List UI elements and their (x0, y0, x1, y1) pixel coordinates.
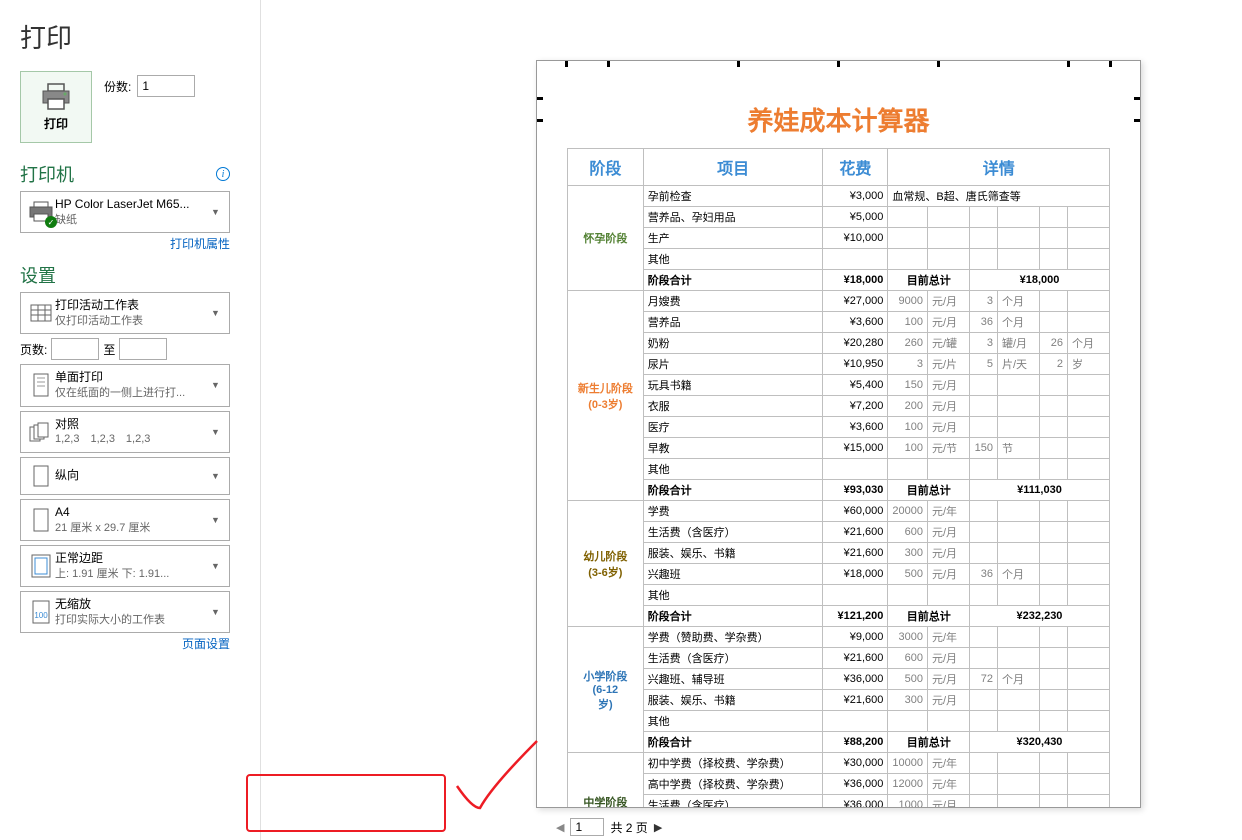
pages-from-input[interactable] (51, 338, 99, 360)
printer-name: HP Color LaserJet M65... (55, 196, 211, 213)
print-button[interactable]: 打印 (20, 71, 92, 143)
print-scope-dropdown[interactable]: 打印活动工作表 仅打印活动工作表 ▼ (20, 292, 230, 334)
orientation-dropdown[interactable]: 纵向 ▼ (20, 457, 230, 495)
table-row: 小学阶段(6-12岁)学费（赞助费、学杂费）¥9,0003000元/年 (568, 627, 1110, 648)
chevron-down-icon: ▼ (211, 308, 223, 318)
preview-page: 养娃成本计算器 阶段项目花费详情 怀孕阶段孕前检查¥3,000血常规、B超、唐氏… (536, 60, 1141, 808)
duplex-dropdown[interactable]: 单面打印 仅在纸面的一侧上进行打... ▼ (20, 364, 230, 406)
table-row: 早教¥15,000100元/节150节 (568, 438, 1110, 459)
page-title: 打印 (20, 18, 230, 55)
table-row: 服装、娱乐、书籍¥21,600300元/月 (568, 690, 1110, 711)
page-navigator: ◀ 共 2 页 ▶ (556, 818, 662, 836)
settings-section-title: 设置 (20, 262, 56, 288)
margins-dropdown[interactable]: 正常边距 上: 1.91 厘米 下: 1.91... ▼ (20, 545, 230, 587)
printer-status: 缺纸 (55, 213, 211, 228)
table-row: 服装、娱乐、书籍¥21,600300元/月 (568, 543, 1110, 564)
table-row: 新生儿阶段(0-3岁)月嫂费¥27,0009000元/月3个月 (568, 291, 1110, 312)
total-pages-label: 共 2 页 (610, 819, 647, 836)
table-row: 其他 (568, 711, 1110, 732)
table-row: 幼儿阶段(3-6岁)学费¥60,00020000元/年 (568, 501, 1110, 522)
table-row: 营养品、孕妇用品¥5,000 (568, 207, 1110, 228)
table-row: 兴趣班、辅导班¥36,000500元/月72个月 (568, 669, 1110, 690)
chevron-down-icon: ▼ (211, 427, 223, 437)
table-row: 生产¥10,000 (568, 228, 1110, 249)
cost-table: 阶段项目花费详情 怀孕阶段孕前检查¥3,000血常规、B超、唐氏筛查等营养品、孕… (567, 148, 1110, 808)
subtotal-row: 阶段合计¥18,000目前总计¥18,000 (568, 270, 1110, 291)
copies-label: 份数: (104, 78, 131, 95)
chevron-down-icon: ▼ (211, 207, 223, 217)
table-row: 奶粉¥20,280260元/罐3罐/月26个月 (568, 333, 1110, 354)
printer-icon (40, 83, 72, 111)
svg-text:100: 100 (34, 611, 48, 620)
printer-device-icon: ✓ (27, 198, 55, 226)
print-preview-area: 养娃成本计算器 阶段项目花费详情 怀孕阶段孕前检查¥3,000血常规、B超、唐氏… (260, 0, 1242, 840)
margins-icon (27, 552, 55, 580)
chevron-down-icon: ▼ (211, 515, 223, 525)
table-row: 医疗¥3,600100元/月 (568, 417, 1110, 438)
paper-dropdown[interactable]: A4 21 厘米 x 29.7 厘米 ▼ (20, 499, 230, 541)
pages-to-input[interactable] (119, 338, 167, 360)
collate-dropdown[interactable]: 对照 1,2,3 1,2,3 1,2,3 ▼ (20, 411, 230, 453)
current-page-input[interactable] (570, 818, 604, 836)
orientation-icon (27, 462, 55, 490)
chevron-down-icon: ▼ (211, 471, 223, 481)
document-title: 养娃成本计算器 (567, 101, 1110, 138)
table-row: 其他 (568, 249, 1110, 270)
table-row: 营养品¥3,600100元/月36个月 (568, 312, 1110, 333)
table-row: 高中学费（择校费、学杂费）¥36,00012000元/年 (568, 774, 1110, 795)
paper-icon (27, 506, 55, 534)
chevron-down-icon: ▼ (211, 380, 223, 390)
table-row: 其他 (568, 459, 1110, 480)
subtotal-row: 阶段合计¥121,200目前总计¥232,230 (568, 606, 1110, 627)
table-row: 其他 (568, 585, 1110, 606)
subtotal-row: 阶段合计¥93,030目前总计¥111,030 (568, 480, 1110, 501)
sheet-icon (27, 299, 55, 327)
table-row: 尿片¥10,9503元/片5片/天2岁 (568, 354, 1110, 375)
printer-properties-link[interactable]: 打印机属性 (20, 235, 230, 252)
table-row: 衣服¥7,200200元/月 (568, 396, 1110, 417)
table-row: 生活费（含医疗）¥36,0001000元/月 (568, 795, 1110, 809)
table-row: 生活费（含医疗）¥21,600600元/月 (568, 648, 1110, 669)
table-row: 兴趣班¥18,000500元/月36个月 (568, 564, 1110, 585)
table-row: 怀孕阶段孕前检查¥3,000血常规、B超、唐氏筛查等 (568, 186, 1110, 207)
collate-icon (27, 418, 55, 446)
table-row: 玩具书籍¥5,400150元/月 (568, 375, 1110, 396)
printer-dropdown[interactable]: ✓ HP Color LaserJet M65... 缺纸 ▼ (20, 191, 230, 233)
next-page-button[interactable]: ▶ (654, 821, 662, 834)
subtotal-row: 阶段合计¥88,200目前总计¥320,430 (568, 732, 1110, 753)
pages-from-label: 页数: (20, 341, 47, 358)
printer-section-title: 打印机 (20, 161, 74, 187)
chevron-down-icon: ▼ (211, 561, 223, 571)
scaling-dropdown[interactable]: 100 无缩放 打印实际大小的工作表 ▼ (20, 591, 230, 633)
table-row: 中学阶段(13-18岁)初中学费（择校费、学杂费）¥30,00010000元/年 (568, 753, 1110, 774)
info-icon[interactable]: i (216, 167, 230, 181)
prev-page-button[interactable]: ◀ (556, 821, 564, 834)
duplex-icon (27, 371, 55, 399)
scaling-icon: 100 (27, 598, 55, 626)
pages-to-label: 至 (103, 341, 115, 358)
print-button-label: 打印 (44, 115, 68, 132)
chevron-down-icon: ▼ (211, 607, 223, 617)
page-setup-link[interactable]: 页面设置 (20, 635, 230, 652)
printer-status-icon: ✓ (45, 216, 57, 228)
copies-input[interactable] (137, 75, 195, 97)
table-row: 生活费（含医疗）¥21,600600元/月 (568, 522, 1110, 543)
